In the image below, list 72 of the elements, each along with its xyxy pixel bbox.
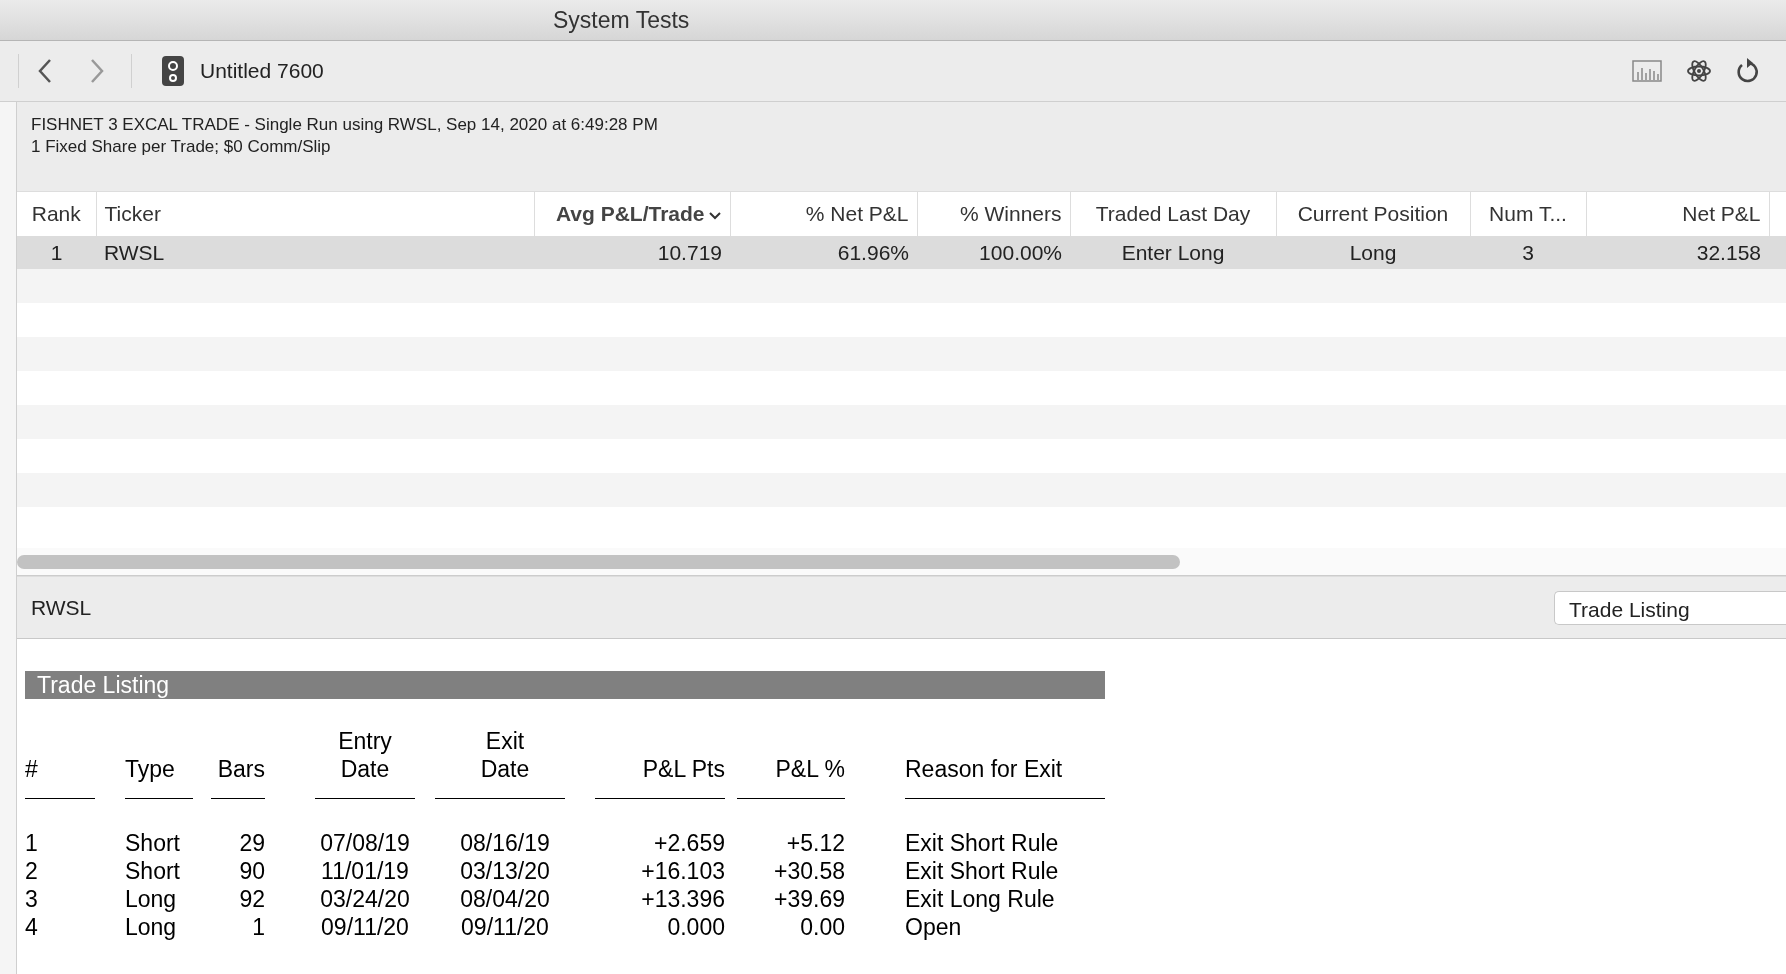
- table-cell-text: Short: [125, 857, 181, 885]
- table-cell-text: 0.000: [666, 913, 725, 941]
- table-cell-text: 09/11/20: [460, 913, 550, 941]
- table-cell-text: Long: [125, 913, 178, 941]
- table-cell-text: Short: [125, 829, 181, 857]
- table-cell: 32.158: [1586, 236, 1769, 269]
- column-header[interactable]: Num T...: [1470, 192, 1586, 236]
- table-cell-text: Exit Long Rule: [904, 885, 1056, 913]
- table-cell-text: 29: [238, 829, 266, 857]
- chevron-icon: [707, 210, 722, 221]
- window-title: System Tests: [553, 7, 690, 33]
- table-row[interactable]: 1 RWSL 10.719 61.96% 100.00% Enter Long Long 3 32.158: [17, 236, 1786, 269]
- column-header[interactable]: % Net P&L: [730, 192, 917, 236]
- table-cell-text: 11/01/19: [320, 857, 410, 885]
- table-cell-text: Long: [125, 885, 178, 913]
- table-cell-text: 92: [238, 885, 266, 913]
- view-dropdown[interactable]: Trade Listing: [1554, 590, 1786, 625]
- column-header: Entry Date: [338, 727, 392, 783]
- table-cell-text: 0.00: [799, 913, 845, 941]
- table-cell-text: 09/11/20: [320, 913, 410, 941]
- ticker-label: RWSL: [31, 594, 92, 621]
- column-header: Bars: [216, 755, 265, 783]
- table-cell: 61.96%: [730, 236, 917, 269]
- table-cell-text: 03/24/20: [319, 885, 411, 913]
- table-cell-text: 08/16/19: [459, 829, 551, 857]
- column-header[interactable]: Ticker: [96, 192, 534, 236]
- table-cell-text: Open: [904, 913, 963, 941]
- table-cell-text: 3: [25, 885, 39, 913]
- column-header: #: [25, 755, 39, 783]
- table-cell-text: 2: [25, 857, 39, 885]
- table-cell-text: +13.396: [640, 885, 725, 913]
- table-cell-text: +2.659: [653, 829, 725, 857]
- column-header[interactable]: Avg P&L/Trade: [534, 192, 730, 236]
- info-line: FISHNET 3 EXCAL TRADE - Single Run using RWSL, Sep 14, 2020 at 6:49:28 PM: [31, 114, 659, 136]
- table-cell-text: 4: [25, 913, 39, 941]
- table-cell: RWSL: [96, 236, 534, 269]
- table-cell: 1: [17, 236, 96, 269]
- column-header: Reason for Exit: [905, 755, 1064, 783]
- table-cell-text: +5.12: [785, 829, 845, 857]
- table-cell: Long: [1276, 236, 1470, 269]
- column-header: P&L %: [774, 755, 845, 783]
- table-cell-text: 1: [25, 829, 39, 857]
- column-header: Exit Date: [480, 727, 530, 783]
- column-header[interactable]: Net P&L: [1586, 192, 1769, 236]
- table-cell-text: Exit Short Rule: [904, 857, 1060, 885]
- column-header: Type: [125, 755, 176, 783]
- table-cell-text: Exit Short Rule: [904, 829, 1060, 857]
- info-line: 1 Fixed Share per Trade; $0 Comm/Slip: [31, 136, 332, 158]
- column-header[interactable]: % Winners: [917, 192, 1070, 236]
- table-cell-text: 90: [238, 857, 266, 885]
- table-cell: 3: [1470, 236, 1586, 269]
- table-cell: 100.00%: [917, 236, 1070, 269]
- table-cell-text: 08/04/20: [459, 885, 551, 913]
- table-cell: Enter Long: [1070, 236, 1276, 269]
- atom-icon[interactable]: [1686, 58, 1712, 84]
- table-cell-text: 03/13/20: [459, 857, 551, 885]
- table-cell-text: 07/08/19: [319, 829, 411, 857]
- back-icon[interactable]: [37, 58, 53, 84]
- report-title: Trade Listing: [25, 671, 1105, 699]
- refresh-icon[interactable]: [1736, 58, 1760, 84]
- table-cell-text: +16.103: [640, 857, 725, 885]
- column-header: P&L Pts: [641, 755, 725, 783]
- column-header[interactable]: Rank: [17, 192, 96, 236]
- scrollbar-thumb[interactable]: [17, 555, 1180, 569]
- column-header[interactable]: Traded Last Day: [1070, 192, 1276, 236]
- table-cell-text: 1: [251, 913, 266, 941]
- column-header[interactable]: Current Position: [1276, 192, 1470, 236]
- document-title: Untitled 7600: [200, 58, 324, 85]
- table-cell: 10.719: [534, 236, 730, 269]
- table-cell-text: +39.69: [773, 885, 845, 913]
- document-icon: [162, 56, 184, 86]
- table-cell-text: +30.58: [773, 857, 845, 885]
